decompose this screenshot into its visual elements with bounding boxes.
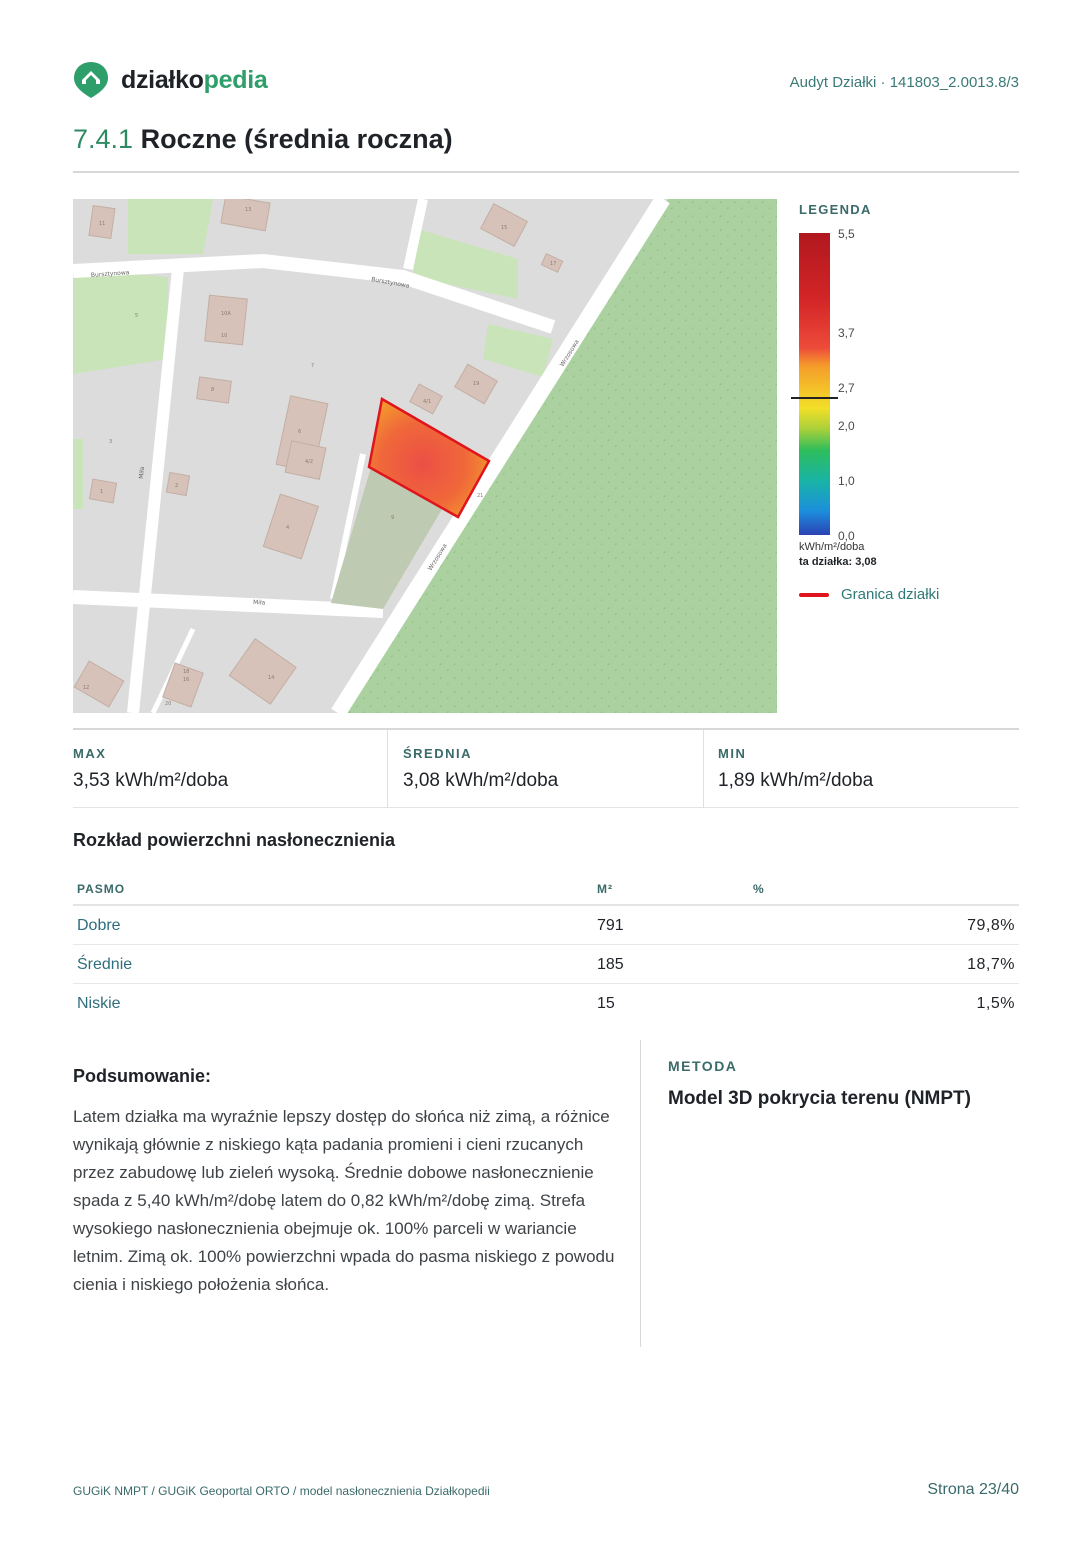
band-percent: 1,5%: [976, 995, 1015, 1012]
scale-unit: kWh/m²/doba: [799, 541, 865, 553]
band-area: 15: [597, 995, 615, 1012]
grass-patch: [128, 199, 213, 254]
house-number: 4/1: [423, 399, 431, 405]
stat-average-label: ŚREDNIA: [403, 746, 473, 761]
band-percent: 79,8%: [967, 917, 1015, 934]
map-canvas: Bursztynowa Bursztynowa Wrzosowa Wrzosow…: [73, 199, 777, 713]
legend-title: LEGENDA: [799, 202, 872, 217]
stat-min-label: MIN: [718, 746, 747, 761]
logo-text-part2: pedia: [203, 65, 268, 94]
table-row: Dobre 791 79,8%: [73, 906, 1019, 945]
house-number: 17: [550, 261, 556, 267]
house-number: 10: [221, 333, 227, 339]
street-label: Miła: [253, 599, 266, 607]
method-value: Model 3D pokrycia terenu (NMPT): [668, 1088, 971, 1109]
house-number: 5: [135, 313, 138, 319]
house-number: 6: [298, 429, 301, 435]
stat-max-value: 3,53 kWh/m²/doba: [73, 770, 229, 791]
grass-patch: [73, 269, 168, 374]
stats-row: MAX 3,53 kWh/m²/doba ŚREDNIA 3,08 kWh/m²…: [73, 728, 1019, 808]
stat-average: ŚREDNIA 3,08 kWh/m²/doba: [403, 730, 703, 808]
logo-text-part1: działko: [121, 65, 204, 94]
house-number: 3: [109, 439, 112, 445]
page-header: działkopedia Audyt Działki · 141803_2.00…: [73, 60, 1019, 100]
band-name: Niskie: [77, 995, 121, 1012]
scale-tick-label: 1,0: [838, 474, 855, 488]
street-label: Miła: [138, 466, 146, 479]
column-header-percent: %: [753, 882, 765, 896]
footer-sources: GUGiK NMPT / GUGiK Geoportal ORTO / mode…: [73, 1484, 490, 1498]
house-number: 21: [477, 493, 483, 499]
house-number: 18: [183, 669, 189, 675]
house-number: 13: [245, 207, 251, 213]
location-pin-icon: [74, 62, 108, 98]
house-number: 4: [286, 525, 289, 531]
document-reference: Audyt Działki · 141803_2.0013.8/3: [789, 74, 1019, 91]
table-header: PASMO M² %: [73, 870, 1019, 906]
summary-text: Latem działka ma wyraźnie lepszy dostęp …: [73, 1107, 615, 1294]
solar-map[interactable]: Bursztynowa Bursztynowa Wrzosowa Wrzosow…: [73, 199, 777, 713]
table-row: Niskie 15 1,5%: [73, 984, 1019, 1023]
house-number: 8: [211, 387, 214, 393]
column-header-m2: M²: [597, 882, 613, 896]
map-legend: LEGENDA 5,5 3,7 2,7 2,0 1,0 0,0 kWh/m²/d…: [791, 199, 1019, 619]
house-number: 9: [391, 515, 394, 521]
band-percent: 18,7%: [967, 956, 1015, 973]
column-divider: [640, 1040, 641, 1347]
house-number: 11: [99, 221, 105, 227]
band-area: 791: [597, 917, 624, 934]
page-title: 7.4.1 Roczne (średnia roczna): [73, 124, 453, 155]
section-number: 7.4.1: [73, 124, 134, 154]
parcel-average-marker: [791, 397, 838, 399]
scale-tick-label: 3,7: [838, 326, 855, 340]
method-section: METODA Model 3D pokrycia terenu (NMPT): [668, 1058, 1019, 1110]
stat-divider: [387, 730, 388, 808]
logo-text: działkopedia: [121, 65, 268, 95]
stat-min: MIN 1,89 kWh/m²/doba: [718, 730, 1018, 808]
title-divider: [73, 171, 1019, 173]
method-label: METODA: [668, 1058, 738, 1074]
section-title: Roczne (średnia roczna): [140, 124, 453, 154]
grass-patch: [73, 439, 83, 509]
stat-max-label: MAX: [73, 746, 107, 761]
house-number: 10A: [221, 311, 231, 317]
house-number: 7: [311, 363, 314, 369]
house-number: 2: [175, 483, 178, 489]
stat-divider: [703, 730, 704, 808]
column-header-band: PASMO: [77, 882, 126, 896]
house-number: 4/2: [305, 459, 313, 465]
stat-max: MAX 3,53 kWh/m²/doba: [73, 730, 387, 808]
stat-average-value: 3,08 kWh/m²/doba: [403, 770, 559, 791]
band-area: 185: [597, 956, 624, 973]
distribution-heading: Rozkład powierzchni nasłonecznienia: [73, 830, 396, 850]
distribution-table: PASMO M² % Dobre 791 79,8% Średnie 185 1…: [73, 870, 1019, 1023]
summary-section: Podsumowanie: Latem działka ma wyraźnie …: [73, 1066, 618, 1299]
house-number: 12: [83, 685, 89, 691]
boundary-label: Granica działki: [841, 586, 940, 603]
house-number: 1: [100, 489, 103, 495]
scale-tick-label: 2,0: [838, 419, 855, 433]
scale-tick-label: 2,7: [838, 381, 855, 395]
house-number: 14: [268, 675, 274, 681]
stat-min-value: 1,89 kWh/m²/doba: [718, 770, 874, 791]
band-name: Dobre: [77, 917, 121, 934]
band-name: Średnie: [77, 956, 133, 973]
summary-title: Podsumowanie:: [73, 1066, 212, 1086]
parcel-average-label: ta działka: 3,08: [799, 556, 877, 568]
house-number: 19: [473, 381, 479, 387]
logo[interactable]: działkopedia: [73, 60, 268, 100]
scale-tick-label: 5,5: [838, 227, 855, 241]
page-number: Strona 23/40: [927, 1481, 1019, 1498]
house-number: 15: [501, 225, 507, 231]
table-row: Średnie 185 18,7%: [73, 945, 1019, 984]
boundary-line-swatch: [799, 593, 829, 597]
house-number: 20: [165, 701, 171, 707]
house-number: 16: [183, 677, 189, 683]
color-scale-bar: [791, 233, 838, 535]
